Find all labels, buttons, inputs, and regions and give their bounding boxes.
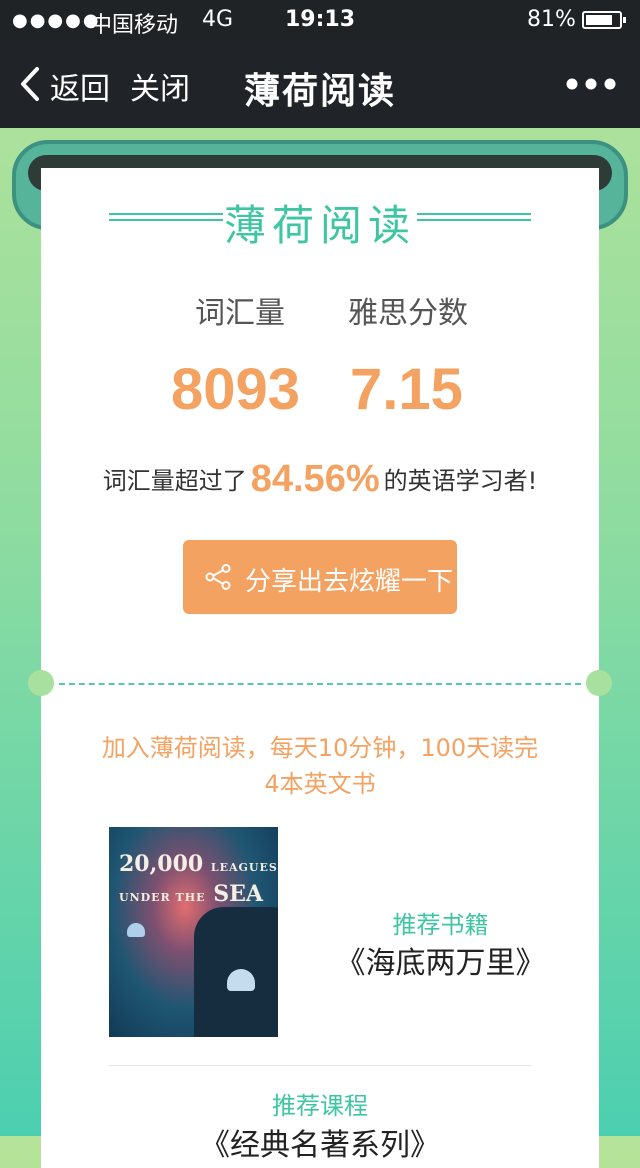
share-icon (205, 564, 231, 590)
vocab-label: 词汇量 (195, 296, 285, 331)
percentile-value: 84.56% (250, 458, 380, 500)
result-card: 薄荷阅读 词汇量 雅思分数 8093 7.15 词汇量超过了 84.56% 的英语学… (41, 168, 599, 1168)
status-bar: ●●●●● 中国移动 4G 19:13 81% (0, 0, 640, 40)
ielts-value: 7.15 (350, 357, 463, 422)
recommended-book-title[interactable]: 《海底两万里》 (278, 938, 603, 982)
promo-text: 加入薄荷阅读，每天10分钟，100天读完4本英文书 (101, 734, 539, 798)
card-title: 薄荷阅读 (223, 201, 416, 250)
cover-jellyfish-small (127, 923, 145, 937)
page-title: 薄荷阅读 (243, 71, 396, 112)
more-dots-icon[interactable] (566, 78, 616, 90)
cover-title-sea: SEA (213, 881, 263, 907)
recommended-course-title[interactable]: 《经典名著系列》 (41, 1120, 599, 1164)
ticket-notch-left (28, 670, 54, 696)
ticket-perforation (59, 683, 581, 685)
ticket-notch-right (586, 670, 612, 696)
battery-icon (582, 11, 626, 29)
percentile-suffix: 的英语学习者! (383, 467, 538, 495)
share-button-label: 分享出去炫耀一下 (245, 567, 454, 597)
cover-title-number: 20,000 (119, 851, 204, 877)
cover-title-under-the: UNDER THE (119, 891, 206, 904)
header-rule-right (417, 213, 531, 221)
book-cover-image[interactable]: 20,000 LEAGUES UNDER THE SEA (109, 827, 278, 1037)
book-cover-title: 20,000 LEAGUES UNDER THE SEA (119, 851, 278, 911)
share-button[interactable]: 分享出去炫耀一下 (183, 540, 457, 614)
ielts-label: 雅思分数 (348, 296, 468, 331)
recommended-course-label: 推荐课程 (272, 1092, 368, 1120)
navigation-bar: 返回 关闭 薄荷阅读 (0, 40, 640, 128)
percentile-line: 词汇量超过了 84.56% 的英语学习者! (41, 458, 599, 501)
percentile-prefix: 词汇量超过了 (102, 467, 247, 495)
battery-nub (623, 17, 626, 23)
vocab-value: 8093 (171, 357, 301, 422)
battery-fill (586, 15, 612, 25)
battery-percent: 81% (527, 7, 576, 32)
section-divider (109, 1065, 531, 1066)
cover-title-leagues: LEAGUES (210, 861, 278, 874)
card-header: 薄荷阅读 (41, 188, 599, 258)
cover-jellyfish-large (227, 969, 255, 991)
recommended-book-label: 推荐书籍 (392, 911, 489, 939)
